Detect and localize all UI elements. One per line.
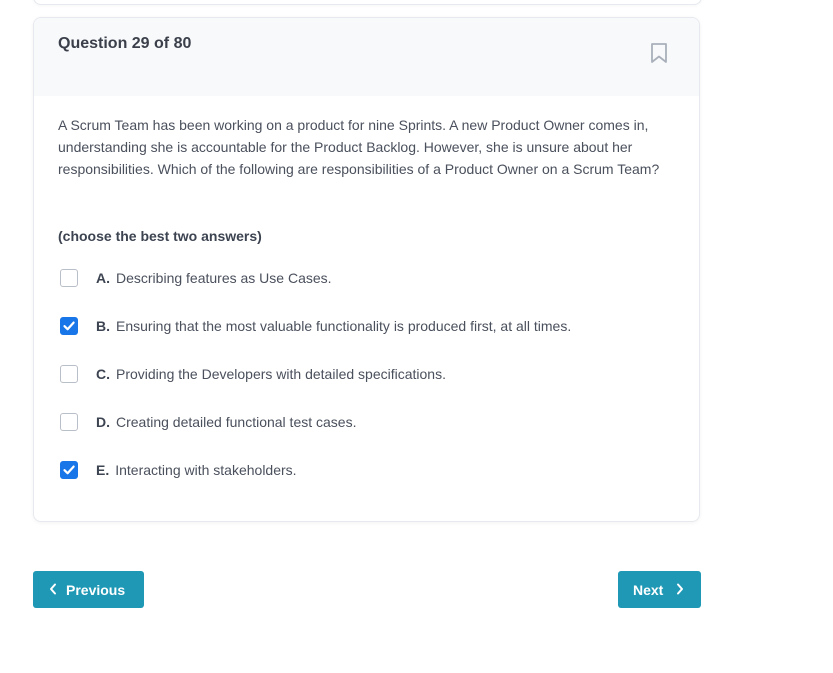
bookmark-icon[interactable]	[649, 42, 669, 64]
option-text: Interacting with stakeholders.	[115, 462, 297, 478]
question-title: Question 29 of 80	[58, 35, 192, 52]
previous-card-edge	[33, 0, 702, 5]
option-letter: A.	[96, 270, 110, 286]
question-header: Question 29 of 80	[34, 18, 699, 96]
checkbox[interactable]	[60, 461, 78, 479]
chevron-left-icon	[48, 582, 58, 598]
checkbox[interactable]	[60, 317, 78, 335]
option-text: Creating detailed functional test cases.	[116, 414, 357, 430]
option-text: Providing the Developers with detailed s…	[116, 366, 446, 382]
option-letter: B.	[96, 318, 110, 334]
answer-instruction: (choose the best two answers)	[58, 228, 262, 244]
next-button[interactable]: Next	[618, 571, 701, 608]
option-a[interactable]: A. Describing features as Use Cases.	[60, 267, 332, 289]
option-letter: E.	[96, 462, 110, 478]
question-card: Question 29 of 80 A Scrum Team has been …	[33, 17, 700, 522]
option-c[interactable]: C. Providing the Developers with detaile…	[60, 363, 446, 385]
option-text: Describing features as Use Cases.	[116, 270, 332, 286]
checkbox[interactable]	[60, 269, 78, 287]
previous-label: Previous	[66, 581, 126, 598]
checkbox[interactable]	[60, 365, 78, 383]
option-text: Ensuring that the most valuable function…	[116, 318, 572, 334]
option-letter: C.	[96, 366, 110, 382]
checkbox[interactable]	[60, 413, 78, 431]
option-d[interactable]: D. Creating detailed functional test cas…	[60, 411, 356, 433]
previous-button[interactable]: Previous	[33, 571, 144, 608]
option-b[interactable]: B. Ensuring that the most valuable funct…	[60, 315, 571, 337]
option-e[interactable]: E. Interacting with stakeholders.	[60, 459, 297, 481]
chevron-right-icon	[675, 582, 685, 598]
next-label: Next	[633, 581, 664, 598]
question-text: A Scrum Team has been working on a produ…	[58, 117, 660, 177]
option-letter: D.	[96, 414, 110, 430]
